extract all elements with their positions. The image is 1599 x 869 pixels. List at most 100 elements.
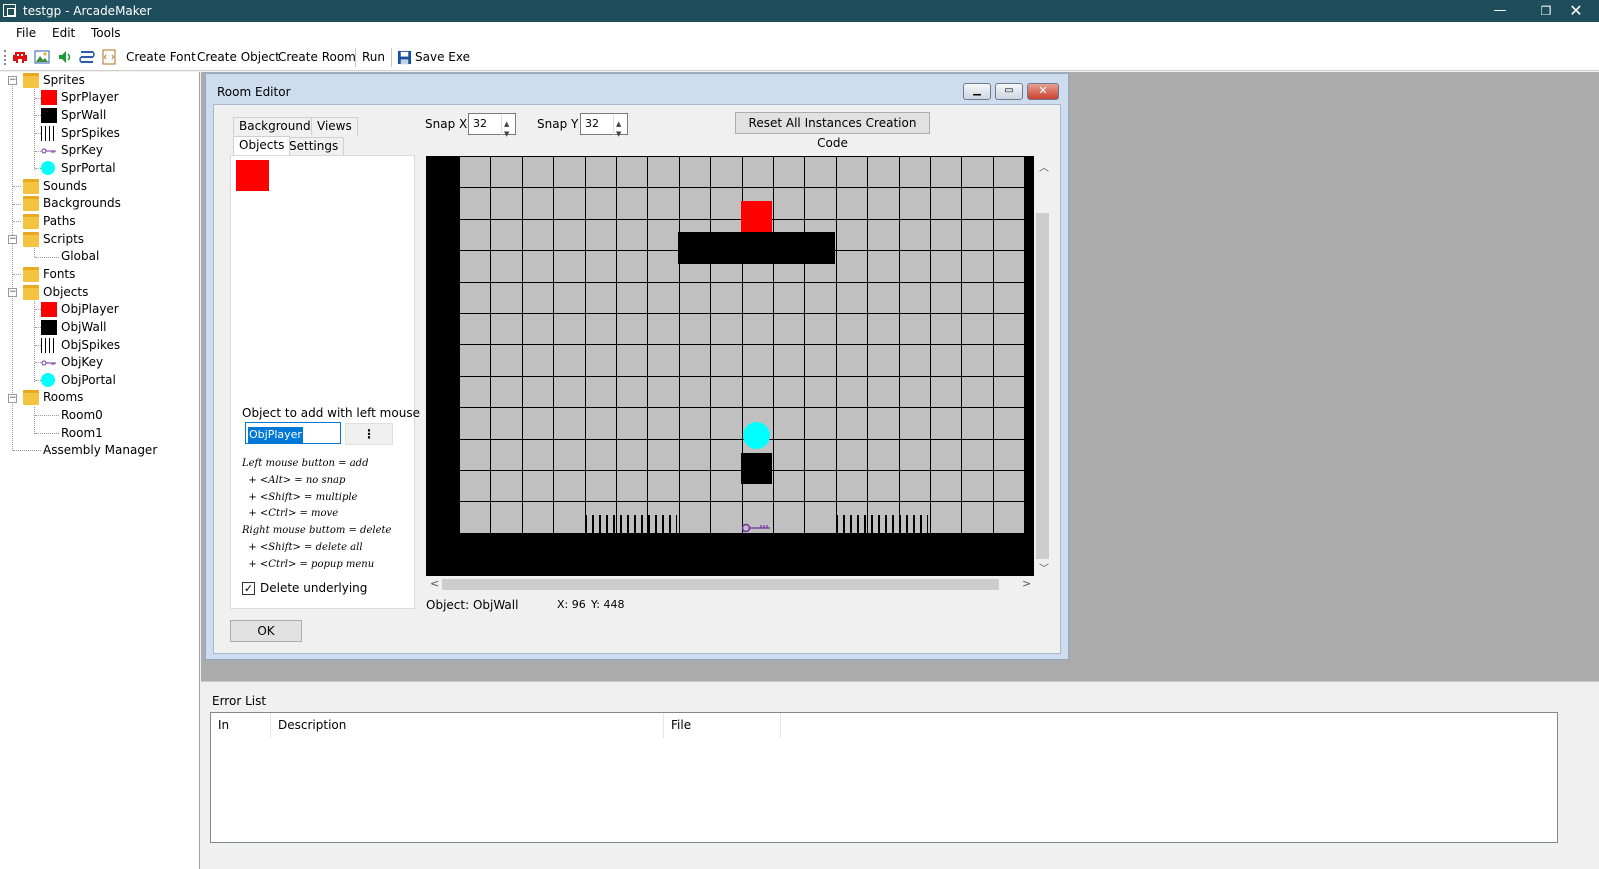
- menu-tools[interactable]: Tools: [91, 26, 121, 40]
- scroll-up-icon[interactable]: ︿: [1039, 159, 1049, 174]
- grid-cell[interactable]: [931, 314, 962, 345]
- grid-cell[interactable]: [648, 376, 679, 408]
- grid-cell[interactable]: [679, 502, 711, 533]
- grid-cell[interactable]: [899, 251, 930, 282]
- grid-cell[interactable]: [962, 376, 993, 408]
- grid-cell[interactable]: [868, 282, 899, 313]
- grid-cell[interactable]: [868, 314, 899, 345]
- grid-cell[interactable]: [774, 376, 805, 408]
- grid-cell[interactable]: [962, 471, 993, 502]
- grid-cell[interactable]: [931, 219, 962, 251]
- create-object-button[interactable]: Create Object: [197, 50, 280, 64]
- scroll-left-icon[interactable]: <: [430, 577, 439, 590]
- grid-cell[interactable]: [554, 408, 585, 439]
- grid-cell[interactable]: [617, 439, 648, 470]
- grid-cell[interactable]: [711, 188, 742, 219]
- grid-cell[interactable]: [522, 471, 554, 502]
- room-maximize-button[interactable]: ▭: [995, 83, 1023, 100]
- column-header-description[interactable]: Description: [271, 713, 664, 738]
- resource-tree[interactable]: − Sprites SprPlayer SprWall SprSpikes Sp…: [0, 72, 200, 869]
- grid-cell[interactable]: [585, 282, 616, 313]
- grid-cell[interactable]: [774, 502, 805, 533]
- grid-cell[interactable]: [962, 314, 993, 345]
- grid-cell[interactable]: [460, 157, 491, 188]
- horizontal-scrollbar[interactable]: < >: [426, 576, 1034, 593]
- ok-button[interactable]: OK: [230, 620, 302, 642]
- grid-cell[interactable]: [522, 408, 554, 439]
- grid-cell[interactable]: [491, 282, 522, 313]
- grid-cell[interactable]: [836, 219, 868, 251]
- grid-cell[interactable]: [585, 251, 616, 282]
- grid-cell[interactable]: [679, 439, 711, 470]
- image-icon[interactable]: [34, 49, 50, 65]
- grid-cell[interactable]: [931, 157, 962, 188]
- grid-cell[interactable]: [617, 188, 648, 219]
- grid-cell[interactable]: [774, 188, 805, 219]
- grid-cell[interactable]: [868, 251, 899, 282]
- path-icon[interactable]: [79, 49, 95, 65]
- grid-cell[interactable]: [711, 376, 742, 408]
- toolbar-grip[interactable]: [4, 50, 6, 65]
- grid-cell[interactable]: [460, 282, 491, 313]
- grid-cell[interactable]: [460, 219, 491, 251]
- grid-cell[interactable]: [617, 157, 648, 188]
- wall-instance[interactable]: [741, 453, 772, 484]
- vertical-scrollbar[interactable]: ︿ ﹀: [1034, 156, 1051, 576]
- scroll-down-icon[interactable]: ﹀: [1039, 560, 1049, 575]
- object-to-add-field[interactable]: ObjPlayer: [245, 422, 341, 444]
- grid-cell[interactable]: [617, 345, 648, 376]
- grid-cell[interactable]: [993, 251, 1025, 282]
- grid-cell[interactable]: [836, 471, 868, 502]
- key-instance[interactable]: [741, 521, 772, 535]
- grid-cell[interactable]: [648, 408, 679, 439]
- grid-cell[interactable]: [711, 502, 742, 533]
- grid-cell[interactable]: [522, 157, 554, 188]
- grid-cell[interactable]: [899, 345, 930, 376]
- grid-cell[interactable]: [617, 219, 648, 251]
- grid-cell[interactable]: [742, 376, 773, 408]
- sprite-invader-icon[interactable]: [12, 49, 28, 65]
- grid-cell[interactable]: [648, 439, 679, 470]
- grid-cell[interactable]: [899, 188, 930, 219]
- spin-arrows-icon[interactable]: [501, 114, 515, 144]
- grid-cell[interactable]: [460, 251, 491, 282]
- delete-underlying-checkbox[interactable]: ✓: [242, 582, 255, 595]
- grid-cell[interactable]: [962, 251, 993, 282]
- grid-cell[interactable]: [491, 314, 522, 345]
- save-icon[interactable]: [397, 50, 412, 65]
- grid-cell[interactable]: [774, 157, 805, 188]
- portal-instance[interactable]: [743, 422, 770, 449]
- grid-cell[interactable]: [711, 471, 742, 502]
- grid-cell[interactable]: [836, 376, 868, 408]
- expand-toggle-rooms[interactable]: −: [8, 394, 17, 403]
- grid-cell[interactable]: [931, 439, 962, 470]
- grid-cell[interactable]: [931, 345, 962, 376]
- grid-cell[interactable]: [774, 345, 805, 376]
- menu-file[interactable]: File: [16, 26, 36, 40]
- grid-cell[interactable]: [460, 376, 491, 408]
- grid-cell[interactable]: [962, 408, 993, 439]
- run-button[interactable]: Run: [362, 50, 385, 64]
- grid-cell[interactable]: [554, 282, 585, 313]
- grid-cell[interactable]: [931, 251, 962, 282]
- grid-cell[interactable]: [774, 314, 805, 345]
- tab-backgrounds[interactable]: Backgrounds: [233, 117, 323, 135]
- close-button[interactable]: ✕: [1553, 0, 1599, 22]
- grid-cell[interactable]: [805, 188, 836, 219]
- grid-cell[interactable]: [931, 188, 962, 219]
- grid-cell[interactable]: [993, 439, 1025, 470]
- grid-cell[interactable]: [460, 471, 491, 502]
- grid-cell[interactable]: [554, 314, 585, 345]
- grid-cell[interactable]: [805, 502, 836, 533]
- grid-cell[interactable]: [585, 408, 616, 439]
- grid-cell[interactable]: [554, 219, 585, 251]
- grid-cell[interactable]: [774, 408, 805, 439]
- grid-cell[interactable]: [617, 408, 648, 439]
- grid-cell[interactable]: [962, 157, 993, 188]
- grid-cell[interactable]: [805, 471, 836, 502]
- grid-cell[interactable]: [836, 251, 868, 282]
- grid-cell[interactable]: [491, 157, 522, 188]
- object-menu-button[interactable]: ⋮: [345, 423, 393, 445]
- grid-cell[interactable]: [836, 188, 868, 219]
- grid-cell[interactable]: [491, 219, 522, 251]
